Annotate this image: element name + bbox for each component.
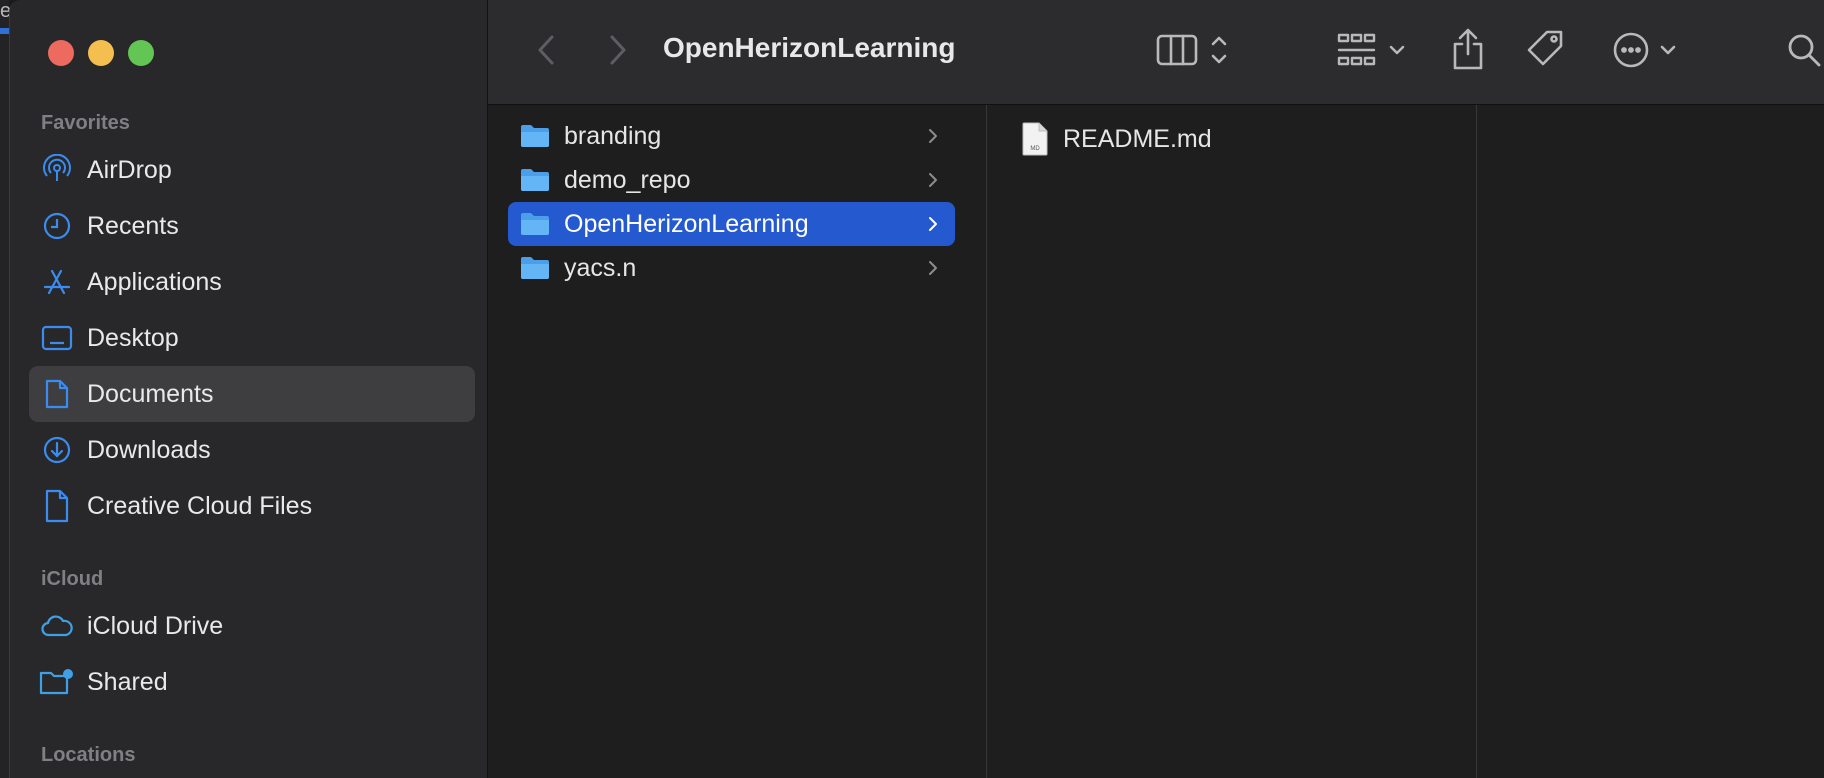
forward-icon — [610, 35, 626, 65]
file-badge: MD — [1030, 146, 1040, 152]
sidebar-item-airdrop[interactable]: AirDrop — [29, 142, 475, 198]
chevron-right-icon — [921, 216, 945, 232]
zoom-button[interactable] — [128, 40, 154, 66]
finder-window: Favorites AirDrop Recents Applications D… — [9, 0, 1824, 778]
back-button[interactable] — [531, 30, 561, 70]
sidebar-item-label: Recents — [87, 211, 179, 240]
list-item[interactable]: yacs.n — [508, 246, 955, 290]
folder-icon — [520, 123, 550, 149]
back-icon — [538, 35, 554, 65]
sidebar-section-icloud: iCloud — [41, 568, 104, 590]
folder-icon — [520, 167, 550, 193]
sidebar-item-label: Applications — [87, 267, 222, 296]
sidebar-item-applications[interactable]: Applications — [29, 254, 475, 310]
list-item[interactable]: demo_repo — [508, 158, 955, 202]
sidebar-item-label: AirDrop — [87, 155, 172, 184]
airdrop-icon — [39, 152, 75, 188]
group-icon — [1337, 33, 1405, 66]
sidebar: Favorites AirDrop Recents Applications D… — [10, 0, 488, 778]
item-name: yacs.n — [564, 253, 637, 282]
folder-icon — [520, 255, 550, 281]
folder-icon — [520, 211, 550, 237]
close-button[interactable] — [48, 40, 74, 66]
sidebar-section-locations: Locations — [41, 744, 136, 766]
sidebar-section-favorites: Favorites — [41, 112, 130, 134]
item-name: OpenHerizonLearning — [564, 209, 809, 238]
clock-icon — [39, 208, 75, 244]
search-button[interactable] — [1782, 28, 1824, 72]
window-title: OpenHerizonLearning — [663, 32, 956, 63]
item-name: README.md — [1063, 124, 1212, 153]
list-item[interactable]: branding — [508, 114, 955, 158]
sidebar-item-icloud-drive[interactable]: iCloud Drive — [29, 598, 475, 654]
background-window-accent — [0, 28, 9, 34]
cloud-icon — [39, 608, 75, 644]
background-window-edge: e — [0, 0, 11, 778]
group-button[interactable] — [1336, 28, 1416, 72]
sidebar-item-creative-cloud-files[interactable]: Creative Cloud Files — [29, 478, 475, 534]
item-name: branding — [564, 121, 662, 150]
traffic-lights — [48, 40, 154, 66]
more-icon — [1613, 32, 1676, 68]
sidebar-item-recents[interactable]: Recents — [29, 198, 475, 254]
column-1: branding demo_repo OpenHerizonLearning y… — [488, 105, 987, 778]
markdown-file-icon: MD — [1021, 122, 1049, 156]
list-item-selected[interactable]: OpenHerizonLearning — [508, 202, 955, 246]
sidebar-item-shared[interactable]: Shared — [29, 654, 475, 710]
toolbar: OpenHerizonLearning — [488, 0, 1824, 105]
forward-button[interactable] — [603, 30, 633, 70]
share-icon — [1453, 28, 1483, 70]
sidebar-item-label: Shared — [87, 667, 168, 696]
column-2: MD README.md — [987, 105, 1477, 778]
sidebar-item-label: Desktop — [87, 323, 179, 352]
column-view-icon — [1156, 34, 1227, 66]
download-icon — [39, 432, 75, 468]
sidebar-item-label: Downloads — [87, 435, 211, 464]
chevron-right-icon — [921, 128, 945, 144]
share-button[interactable] — [1448, 24, 1488, 74]
minimize-button[interactable] — [88, 40, 114, 66]
sidebar-item-label: Creative Cloud Files — [87, 491, 313, 520]
sidebar-item-documents[interactable]: Documents — [29, 366, 475, 422]
view-mode-button[interactable] — [1156, 28, 1246, 72]
shared-folder-icon — [39, 664, 75, 700]
tag-icon — [1527, 30, 1563, 66]
document-icon — [39, 376, 75, 412]
column-3 — [1477, 105, 1824, 778]
applications-icon — [39, 264, 75, 300]
item-name: demo_repo — [564, 165, 691, 194]
chevron-right-icon — [921, 172, 945, 188]
tags-button[interactable] — [1524, 26, 1568, 72]
sidebar-item-label: Documents — [87, 379, 214, 408]
list-item[interactable]: MD README.md — [1021, 119, 1212, 159]
file-icon — [39, 488, 75, 524]
search-icon — [1788, 34, 1821, 67]
sidebar-item-desktop[interactable]: Desktop — [29, 310, 475, 366]
sidebar-item-downloads[interactable]: Downloads — [29, 422, 475, 478]
more-actions-button[interactable] — [1612, 28, 1692, 72]
desktop-icon — [39, 320, 75, 356]
sidebar-item-label: iCloud Drive — [87, 611, 224, 640]
chevron-right-icon — [921, 260, 945, 276]
